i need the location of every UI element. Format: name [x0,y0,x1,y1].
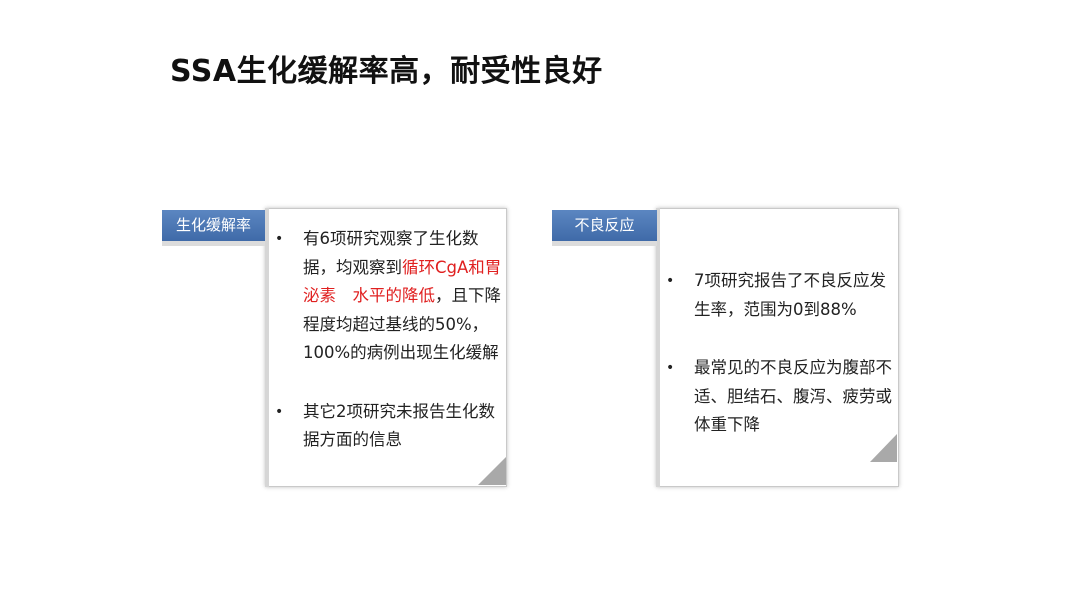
list-item: • 有6项研究观察了生化数据，均观察到循环CgA和胃泌素 水平的降低，且下降程度… [270,225,502,368]
bullet-text: 最常见的不良反应为腹部不适、胆结石、腹泻、疲劳或体重下降 [694,358,892,434]
list-item: • 其它2项研究未报告生化数据方面的信息 [270,398,502,455]
adverse-reactions-list: • 7项研究报告了不良反应发生率，范围为0到88% • 最常见的不良反应为腹部不… [661,267,897,440]
bullet-icon: • [275,231,284,247]
bullet-icon: • [666,273,675,289]
adverse-reactions-tab: 不良反应 [552,210,657,246]
biochemical-response-list: • 有6项研究观察了生化数据，均观察到循环CgA和胃泌素 水平的降低，且下降程度… [270,225,502,455]
page-curl-icon [478,457,506,485]
bullet-text: 7项研究报告了不良反应发生率，范围为0到88% [694,271,886,319]
slide-title: SSA生化缓解率高，耐受性良好 [170,54,603,89]
list-item: • 最常见的不良反应为腹部不适、胆结石、腹泻、疲劳或体重下降 [661,354,897,440]
bullet-icon: • [275,403,284,420]
biochemical-response-tab: 生化缓解率 [162,210,265,246]
bullet-text: 其它2项研究未报告生化数据方面的信息 [303,401,495,450]
page-curl-icon [870,434,897,462]
slide: SSA生化缓解率高，耐受性良好 生化缓解率 • 有6项研究观察了生化数据，均观察… [0,0,1080,608]
list-item: • 7项研究报告了不良反应发生率，范围为0到88% [661,267,897,324]
bullet-icon: • [666,360,675,376]
